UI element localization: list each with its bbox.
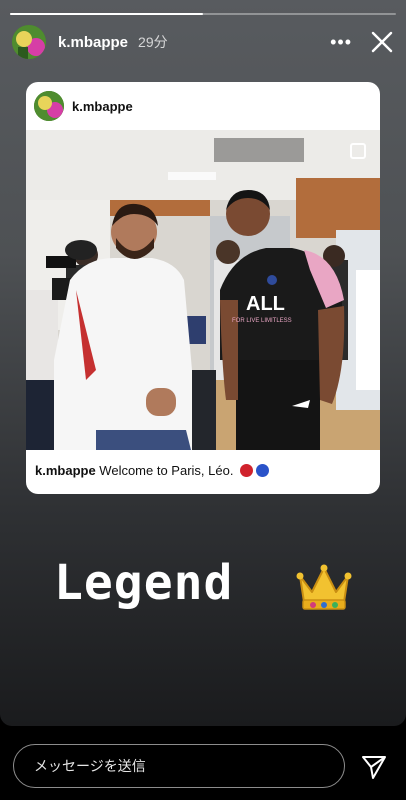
close-icon[interactable]	[368, 28, 396, 56]
shirt-text: ALL	[246, 293, 285, 315]
send-icon[interactable]	[361, 754, 387, 780]
crown-icon	[296, 564, 352, 610]
red-circle-emoji	[240, 464, 254, 477]
post-header: k.mbappe	[26, 82, 380, 130]
post-caption: k.mbappe Welcome to Paris, Léo.	[35, 463, 270, 478]
legend-overlay-text: Legend	[54, 555, 234, 611]
story-username[interactable]: k.mbappe	[58, 34, 128, 51]
blue-circle-emoji	[256, 464, 270, 477]
avatar[interactable]	[12, 25, 46, 59]
story-timestamp: 29分	[138, 34, 168, 50]
more-options-icon[interactable]: •••	[330, 32, 352, 53]
shared-post-card[interactable]: k.mbappe ALL FOR LIVE LIMITLESS k.mbappe…	[26, 82, 380, 494]
story-progress-fill	[10, 13, 203, 15]
story-viewer[interactable]: k.mbappe 29分 ••• k.mbappe ALL FOR LIVE L…	[0, 0, 406, 726]
story-progress-bar	[10, 13, 396, 15]
caption-username[interactable]: k.mbappe	[35, 463, 96, 478]
post-photo: ALL FOR LIVE LIMITLESS	[26, 130, 380, 450]
post-avatar[interactable]	[34, 91, 64, 121]
shirt-subtext: FOR LIVE LIMITLESS	[232, 318, 292, 324]
story-footer	[0, 726, 406, 800]
caption-text: Welcome to Paris, Léo.	[95, 463, 238, 478]
message-input[interactable]	[13, 744, 345, 788]
story-header: k.mbappe 29分 •••	[12, 24, 396, 60]
post-username[interactable]: k.mbappe	[72, 99, 133, 114]
